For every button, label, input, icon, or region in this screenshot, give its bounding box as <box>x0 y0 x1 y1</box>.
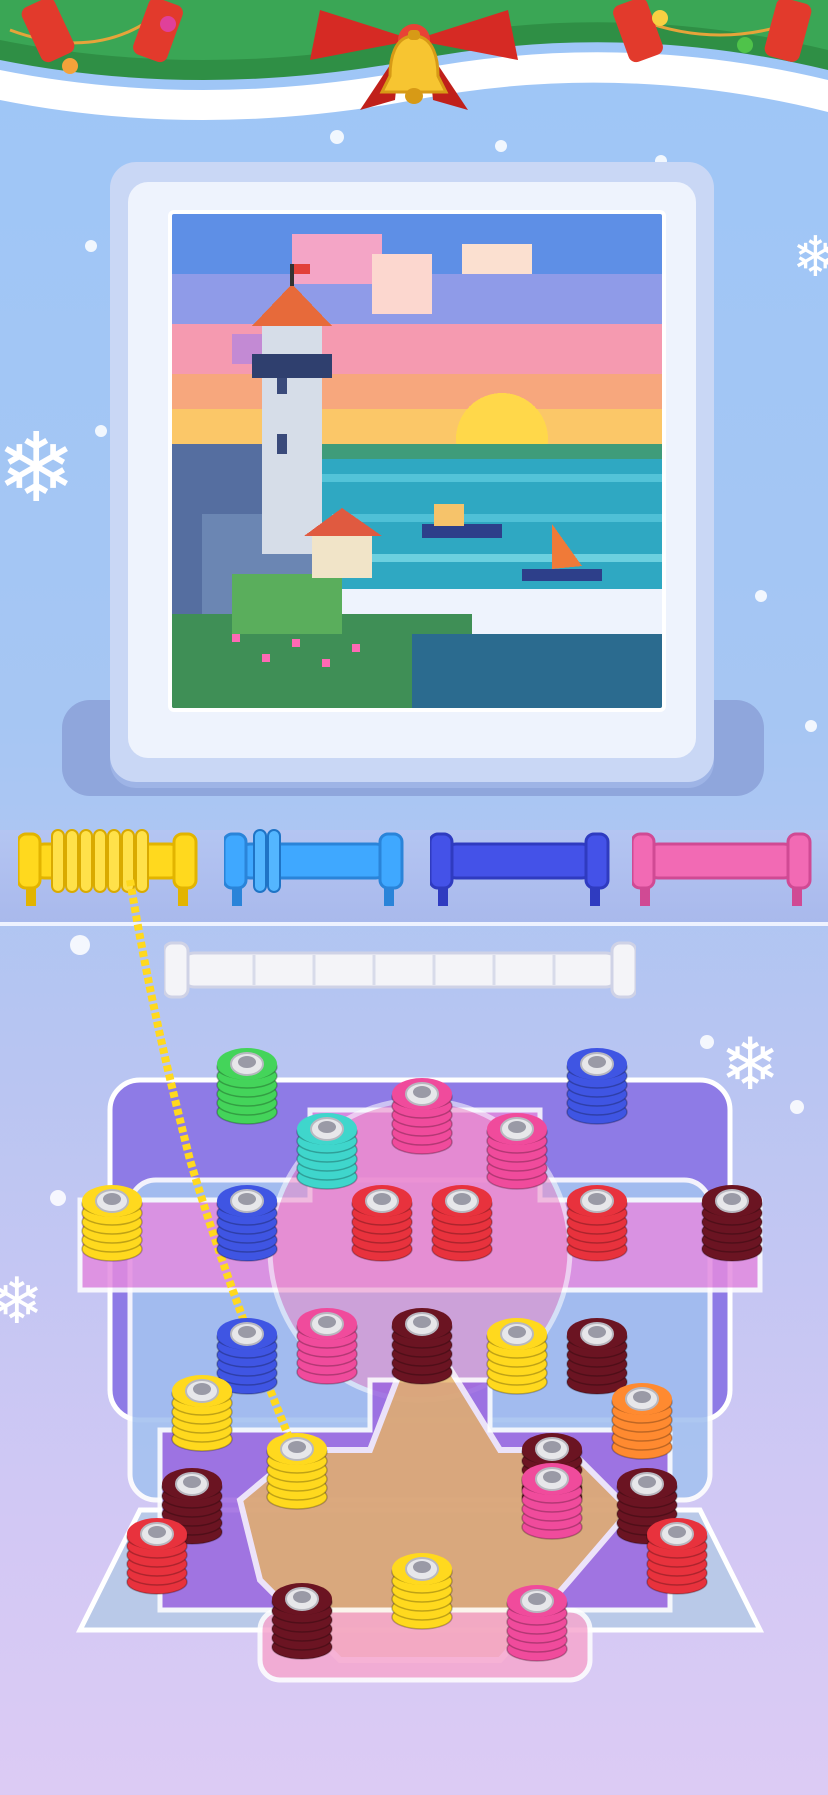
collection-peg-yellow[interactable] <box>18 820 198 910</box>
screw-stack[interactable] <box>429 1179 495 1265</box>
bell-icon <box>379 30 449 104</box>
snow-dot <box>495 140 507 152</box>
screw-stack[interactable] <box>564 1042 630 1128</box>
snowflake-icon: ❄ <box>792 225 828 290</box>
screw-stack[interactable] <box>214 1179 280 1265</box>
screw-stack[interactable] <box>699 1179 765 1265</box>
spare-peg-white[interactable] <box>164 935 636 1009</box>
pixel-art-lighthouse-picture <box>168 210 666 712</box>
screw-stack[interactable] <box>169 1369 235 1455</box>
snow-dot <box>85 240 97 252</box>
snow-dot <box>95 425 107 437</box>
screw-stack[interactable] <box>294 1107 360 1193</box>
collection-peg-blue[interactable] <box>224 820 404 910</box>
snow-dot <box>700 1035 714 1049</box>
snowflake-icon: ❄ <box>0 412 77 524</box>
collection-peg-pink[interactable] <box>632 820 812 910</box>
collection-peg-indigo[interactable] <box>430 820 610 910</box>
snowflake-icon: ❄ <box>0 1265 44 1339</box>
screw-stack[interactable] <box>79 1179 145 1265</box>
snow-dot <box>50 1190 66 1206</box>
screw-stack[interactable] <box>264 1427 330 1513</box>
screw-stack[interactable] <box>609 1377 675 1463</box>
screw-stack[interactable] <box>214 1042 280 1128</box>
screw-stack[interactable] <box>294 1302 360 1388</box>
screw-stack[interactable] <box>564 1179 630 1265</box>
screw-stack[interactable] <box>269 1577 335 1663</box>
screw-stack[interactable] <box>519 1457 585 1543</box>
screw-stack[interactable] <box>504 1579 570 1665</box>
screw-stack[interactable] <box>124 1512 190 1598</box>
screw-stack[interactable] <box>484 1312 550 1398</box>
snow-dot <box>755 590 767 602</box>
screw-stack[interactable] <box>389 1302 455 1388</box>
screw-stack[interactable] <box>644 1512 710 1598</box>
snow-dot <box>330 130 344 144</box>
snow-dot <box>790 1100 804 1114</box>
snow-dot <box>805 720 817 732</box>
screw-stack[interactable] <box>389 1547 455 1633</box>
snow-dot <box>70 935 90 955</box>
screw-stack[interactable] <box>389 1072 455 1158</box>
